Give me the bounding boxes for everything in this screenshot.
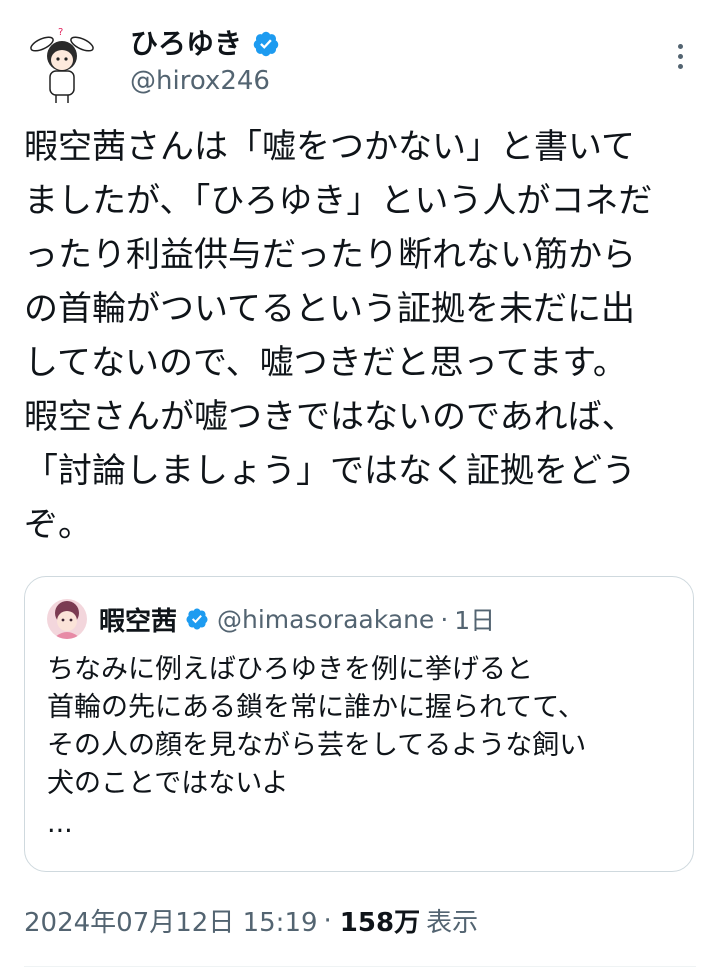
svg-text:?: ? [58,27,63,38]
quoted-author-handle[interactable]: @himasoraakane [217,605,434,634]
quoted-ellipsis: ... [47,808,73,839]
quoted-timestamp[interactable]: 1日 [454,601,495,637]
tweet-meta: 2024年07月12日 15:19 · 158万 表示 [24,902,478,939]
author-avatar[interactable]: ? [28,26,96,106]
meta-separator: · [323,905,332,936]
quoted-author-name[interactable]: 暇空茜 [99,601,177,638]
quoted-tweet[interactable]: 暇空茜 @himasoraakane · 1日 ちなみに例えばひろゆきを例に挙げ… [24,576,694,872]
view-label: 表示 [426,908,479,938]
verified-badge-icon [252,30,280,58]
quoted-text: ちなみに例えばひろゆきを例に挙げると 首輪の先にある鎖を常に誰かに握られてて、 … [47,654,587,799]
separator: · [440,604,449,634]
tweet-text: 暇空茜さんは「嘘をつかない」と書いて ましたが、「ひろゆき」という人がコネだ っ… [24,127,653,545]
divider [24,966,696,967]
more-options-icon[interactable] [664,40,696,72]
quoted-avatar[interactable] [47,599,87,639]
author-handle[interactable]: @hirox246 [130,66,270,96]
verified-badge-icon [185,607,209,631]
author-name[interactable]: ひろゆき [130,26,242,62]
tweet-timestamp[interactable]: 2024年07月12日 15:19 [24,902,318,939]
view-count[interactable]: 158万 [340,902,420,939]
